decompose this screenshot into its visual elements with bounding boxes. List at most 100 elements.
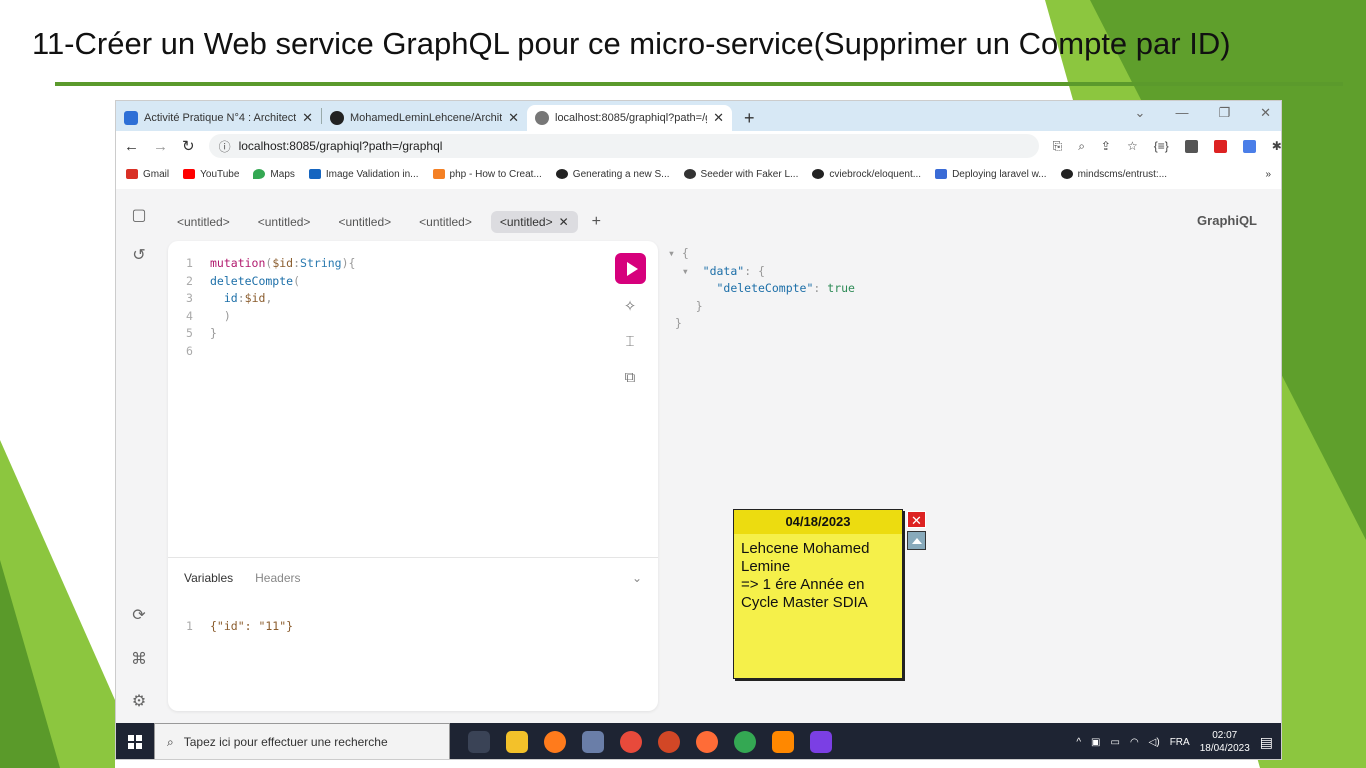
bookmark-item[interactable]: cviebrock/eloquent... xyxy=(812,169,921,180)
notifications-icon[interactable]: ▤ xyxy=(1260,734,1273,751)
bookmark-maps[interactable]: Maps xyxy=(253,169,295,180)
translate-icon[interactable]: ⎘ xyxy=(1053,139,1063,154)
line-number: 2 xyxy=(186,273,193,288)
tab-headers[interactable]: Headers xyxy=(255,571,300,585)
bookmark-item[interactable]: Deploying laravel w... xyxy=(935,169,1047,180)
firefox-icon[interactable] xyxy=(544,731,566,753)
wifi-icon[interactable]: ◠ xyxy=(1130,737,1139,748)
chevron-up-icon[interactable]: ^ xyxy=(1076,737,1081,748)
bookmark-item[interactable]: Generating a new S... xyxy=(555,169,670,180)
variables-headers-bar: Variables Headers ⌄ xyxy=(168,557,658,597)
minimize-icon[interactable]: — xyxy=(1175,105,1188,121)
execute-query-button[interactable] xyxy=(615,253,646,284)
bookmark-item[interactable]: mindscms/entrust:... xyxy=(1060,169,1167,180)
deploy-icon xyxy=(935,169,948,179)
copy-icon[interactable]: ⧉ xyxy=(620,369,640,386)
postman-icon[interactable] xyxy=(696,731,718,753)
chrome-icon[interactable] xyxy=(620,731,642,753)
new-tab-button[interactable]: + xyxy=(732,105,767,131)
info-icon[interactable]: ⓘ xyxy=(219,138,231,155)
forward-icon[interactable]: → xyxy=(153,138,168,155)
bookmark-label: Image Validation in... xyxy=(325,168,419,180)
code-token: id xyxy=(223,291,238,305)
docs-icon[interactable]: ▢ xyxy=(130,205,148,225)
doc-icon xyxy=(124,111,138,125)
puzzle-icon[interactable]: ✱ xyxy=(1272,139,1281,153)
tab-variables[interactable]: Variables xyxy=(184,571,233,585)
close-icon[interactable]: ✕ xyxy=(559,215,569,229)
battery-icon[interactable]: ▭ xyxy=(1110,737,1119,748)
share-icon[interactable]: ⇪ xyxy=(1101,139,1111,153)
vlc-icon[interactable] xyxy=(772,731,794,753)
back-icon[interactable]: ← xyxy=(124,138,139,155)
clock-date: 18/04/2023 xyxy=(1199,743,1250,754)
close-tab-icon[interactable]: ✕ xyxy=(302,110,313,126)
taskbar-search-box[interactable]: ⌕ Tapez ici pour effectuer une recherche xyxy=(154,723,450,759)
graphiql-tab-active[interactable]: <untitled> ✕ xyxy=(490,211,578,233)
system-tray: ^ ▣ ▭ ◠ ◁) FRA 02:07 18/04/2023 ▤ xyxy=(1076,723,1273,759)
browser-tab[interactable]: Activité Pratique N°4 : Architectu ✕ xyxy=(116,105,321,131)
variables-editor[interactable]: 1 {"id": "11"} xyxy=(186,619,293,633)
code-token: : xyxy=(293,256,301,270)
app-icon[interactable] xyxy=(582,731,604,753)
language-indicator[interactable]: FRA xyxy=(1170,737,1190,748)
meet-icon[interactable]: ▣ xyxy=(1091,737,1100,748)
code-token: } xyxy=(210,326,217,340)
chrome-icon[interactable] xyxy=(734,731,756,753)
toolbar-icons: ⎘ ⌕ ⇪ ☆ {≡} ✱ ⋮ xyxy=(1053,139,1281,154)
chevron-down-icon[interactable]: ⌄ xyxy=(1135,105,1146,121)
bookmarks-overflow[interactable]: » xyxy=(1265,169,1271,180)
task-view-icon[interactable] xyxy=(468,731,490,753)
browser-tab[interactable]: MohamedLeminLehcene/Archite ✕ xyxy=(322,105,527,131)
close-icon[interactable]: ✕ xyxy=(907,511,926,528)
tab-label: <untitled> xyxy=(499,215,553,229)
restore-icon[interactable]: ❐ xyxy=(1218,105,1230,121)
pdf-icon[interactable] xyxy=(1213,139,1227,153)
browser-tab-active[interactable]: localhost:8085/graphiql?path=/g ✕ xyxy=(527,105,732,131)
site-icon xyxy=(683,169,696,179)
bookmark-item[interactable]: Seeder with Faker L... xyxy=(683,169,798,180)
code-token: ){ xyxy=(341,256,356,270)
bookmark-gmail[interactable]: Gmail xyxy=(126,169,169,180)
graphiql-tab[interactable]: <untitled> xyxy=(329,211,400,233)
close-tab-icon[interactable]: ✕ xyxy=(508,110,519,126)
intellij-icon[interactable] xyxy=(810,731,832,753)
refetch-schema-icon[interactable]: ⟳ xyxy=(130,605,148,625)
volume-icon[interactable]: ◁) xyxy=(1149,737,1160,748)
url-field[interactable]: ⓘ localhost:8085/graphiql?path=/graphql xyxy=(208,134,1039,158)
bookmark-item[interactable]: php - How to Creat... xyxy=(432,169,542,180)
zoom-icon[interactable]: ⌕ xyxy=(1078,139,1085,154)
site-icon xyxy=(308,169,321,179)
window-controls: ⌄ — ❐ ✕ xyxy=(1135,105,1271,121)
powerpoint-icon[interactable] xyxy=(658,731,680,753)
graphiql-tab[interactable]: <untitled> xyxy=(168,211,239,233)
collapse-note-icon[interactable] xyxy=(907,531,926,550)
code-token: , xyxy=(265,291,273,305)
graphiql-tab[interactable]: <untitled> xyxy=(249,211,320,233)
settings-icon[interactable]: ⚙ xyxy=(130,691,148,711)
close-tab-icon[interactable]: ✕ xyxy=(713,110,724,126)
star-icon[interactable]: ☆ xyxy=(1127,139,1138,153)
merge-fragments-icon[interactable]: ⌶ xyxy=(620,333,640,350)
translate-ext-icon[interactable] xyxy=(1242,139,1256,153)
extension-icon[interactable]: {≡} xyxy=(1154,139,1169,153)
shortcuts-icon[interactable]: ⌘ xyxy=(130,649,148,669)
reload-icon[interactable]: ↻ xyxy=(182,137,195,155)
bookmark-label: YouTube xyxy=(200,168,240,180)
chevron-down-icon[interactable]: ⌄ xyxy=(632,571,642,585)
file-explorer-icon[interactable] xyxy=(506,731,528,753)
add-tab-button[interactable]: + xyxy=(592,213,601,231)
start-button[interactable] xyxy=(116,723,154,759)
bookmark-item[interactable]: Image Validation in... xyxy=(308,168,419,180)
bookmark-label: Deploying laravel w... xyxy=(952,168,1047,180)
bookmark-youtube[interactable]: YouTube xyxy=(183,169,239,180)
extension-icon[interactable] xyxy=(1184,139,1198,153)
close-window-icon[interactable]: ✕ xyxy=(1260,105,1271,121)
sticky-note[interactable]: 04/18/2023 Lehcene Mohamed Lemine => 1 é… xyxy=(733,509,903,679)
prettify-icon[interactable]: ✧ xyxy=(620,297,640,315)
graphiql-tab[interactable]: <untitled> xyxy=(410,211,481,233)
history-icon[interactable]: ↺ xyxy=(130,245,148,265)
bookmarks-bar: Gmail YouTube Maps Image Validation in..… xyxy=(116,163,1281,185)
clock[interactable]: 02:07 18/04/2023 xyxy=(1200,729,1250,755)
query-editor[interactable]: 1 mutation($id:String){2 deleteCompte(3 id… xyxy=(186,255,355,360)
